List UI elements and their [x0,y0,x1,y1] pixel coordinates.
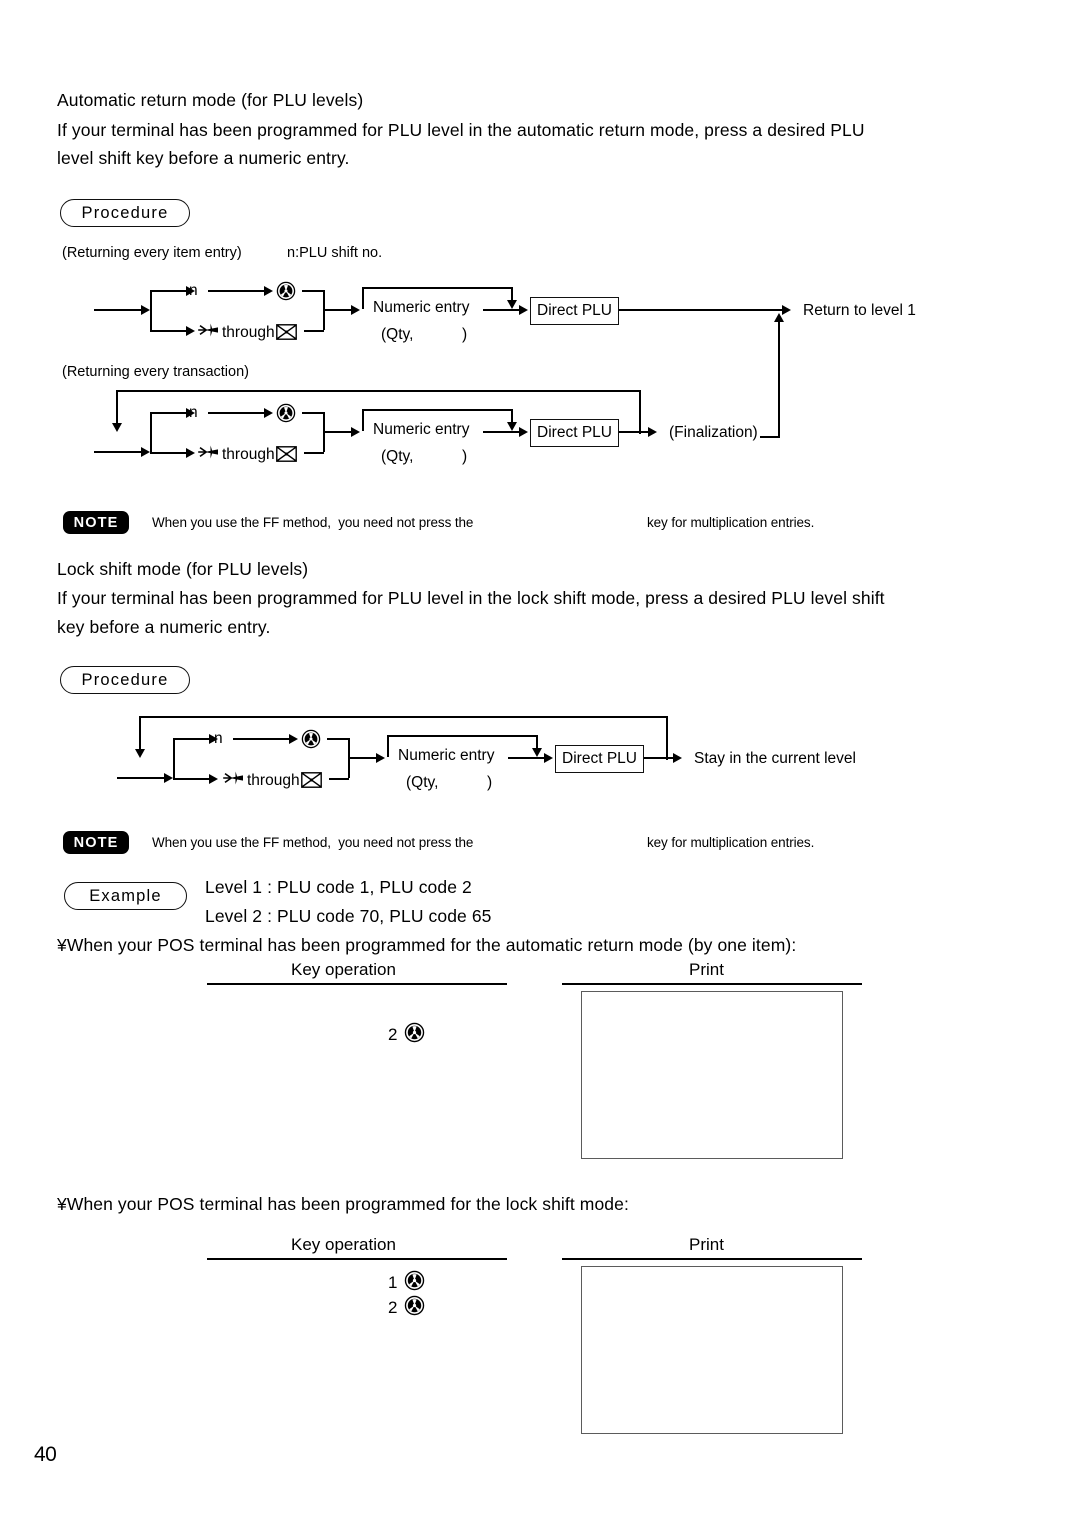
flow-auto-txn-through-label: through [222,446,275,463]
note-1-text-before: When you use the FF method, you need not… [152,515,474,530]
plu-level-shift-icon [404,1295,425,1316]
lock-mode-paragraph-line2: key before a numeric entry. [57,617,271,637]
note-badge-2: NOTE [63,831,129,854]
case-auto-column-print: Print [689,960,724,979]
auto-mode-heading: Automatic return mode (for PLU levels) [57,90,364,110]
example-line-1: Level 1 : PLU code 1, PLU code 2 [205,877,472,897]
case-auto-intro: ¥When your POS terminal has been program… [57,935,797,955]
case-lock-key-digit-0: 1 [388,1273,398,1292]
flow-lock-qty-close: ) [487,774,493,791]
example-label: Example [64,882,187,910]
plu-level-shift-icon [404,1270,425,1291]
flow-lock-numeric-entry: Numeric entry [398,747,495,764]
flow-auto-item-terminal-label: Return to level 1 [803,302,916,319]
plu-level-shift-icon [276,281,296,301]
lock-mode-heading: Lock shift mode (for PLU levels) [57,559,309,579]
boxed-x-icon [276,446,297,462]
procedure-label-auto: Procedure [60,199,190,227]
flow-auto-txn-finalization: (Finalization) [669,424,758,441]
caption-returning-every-transaction: (Returning every transaction) [62,364,249,380]
page-number: 40 [34,1443,57,1466]
flow-lock-direct-plu-box: Direct PLU [555,745,644,773]
arrow-key-icon [198,445,218,459]
case-lock-column-key-operation: Key operation [291,1235,396,1254]
caption-plu-shift-no: n:PLU shift no. [287,245,383,261]
case-auto-print-box [581,991,843,1159]
flow-auto-txn-n-label: n [189,404,198,421]
document-page: Automatic return mode (for PLU levels) I… [0,0,1080,1526]
case-lock-print-box [581,1266,843,1434]
flow-lock-through-label: through [247,772,300,789]
caption-returning-every-item-entry: (Returning every item entry) [62,245,242,261]
case-lock-key-operation-rule [207,1258,507,1260]
note-2-text-after: key for multiplication entries. [647,835,815,850]
flow-auto-item-qty-close: ) [462,326,468,343]
flow-lock-terminal-label: Stay in the current level [694,750,856,767]
note-2-text-before: When you use the FF method, you need not… [152,835,474,850]
case-lock-column-print: Print [689,1235,724,1254]
flow-auto-txn-qty-label: (Qty, [381,448,414,465]
case-auto-key-operation-rule [207,983,507,985]
case-lock-print-rule [562,1258,862,1260]
arrow-key-icon [198,323,218,337]
flow-auto-item-numeric-entry: Numeric entry [373,299,470,316]
flow-auto-txn-numeric-entry: Numeric entry [373,421,470,438]
flow-auto-item-n-label: n [189,282,198,299]
flow-auto-item-qty-label: (Qty, [381,326,414,343]
example-line-2: Level 2 : PLU code 70, PLU code 65 [205,906,492,926]
flow-auto-item-through-label: through [222,324,275,341]
flow-lock-n-label: n [214,730,223,747]
case-auto-column-key-operation: Key operation [291,960,396,979]
note-badge-1: NOTE [63,511,129,534]
flow-auto-item-direct-plu-box: Direct PLU [530,297,619,325]
flow-lock-qty-label: (Qty, [406,774,439,791]
case-lock-intro: ¥When your POS terminal has been program… [57,1194,629,1214]
procedure-label-lock: Procedure [60,666,190,694]
case-auto-key-digit-0: 2 [388,1025,398,1044]
case-lock-key-digit-1: 2 [388,1298,398,1317]
boxed-x-icon [301,772,322,788]
plu-level-shift-icon [276,403,296,423]
auto-mode-paragraph-line1: If your terminal has been programmed for… [57,120,865,140]
boxed-x-icon [276,324,297,340]
lock-mode-paragraph-line1: If your terminal has been programmed for… [57,588,885,608]
auto-mode-paragraph-line2: level shift key before a numeric entry. [57,148,350,168]
flow-auto-txn-qty-close: ) [462,448,468,465]
flow-auto-txn-direct-plu-box: Direct PLU [530,419,619,447]
note-1-text-after: key for multiplication entries. [647,515,815,530]
plu-level-shift-icon [301,729,321,749]
arrow-key-icon [223,771,243,785]
plu-level-shift-icon [404,1022,425,1043]
case-auto-print-rule [562,983,862,985]
